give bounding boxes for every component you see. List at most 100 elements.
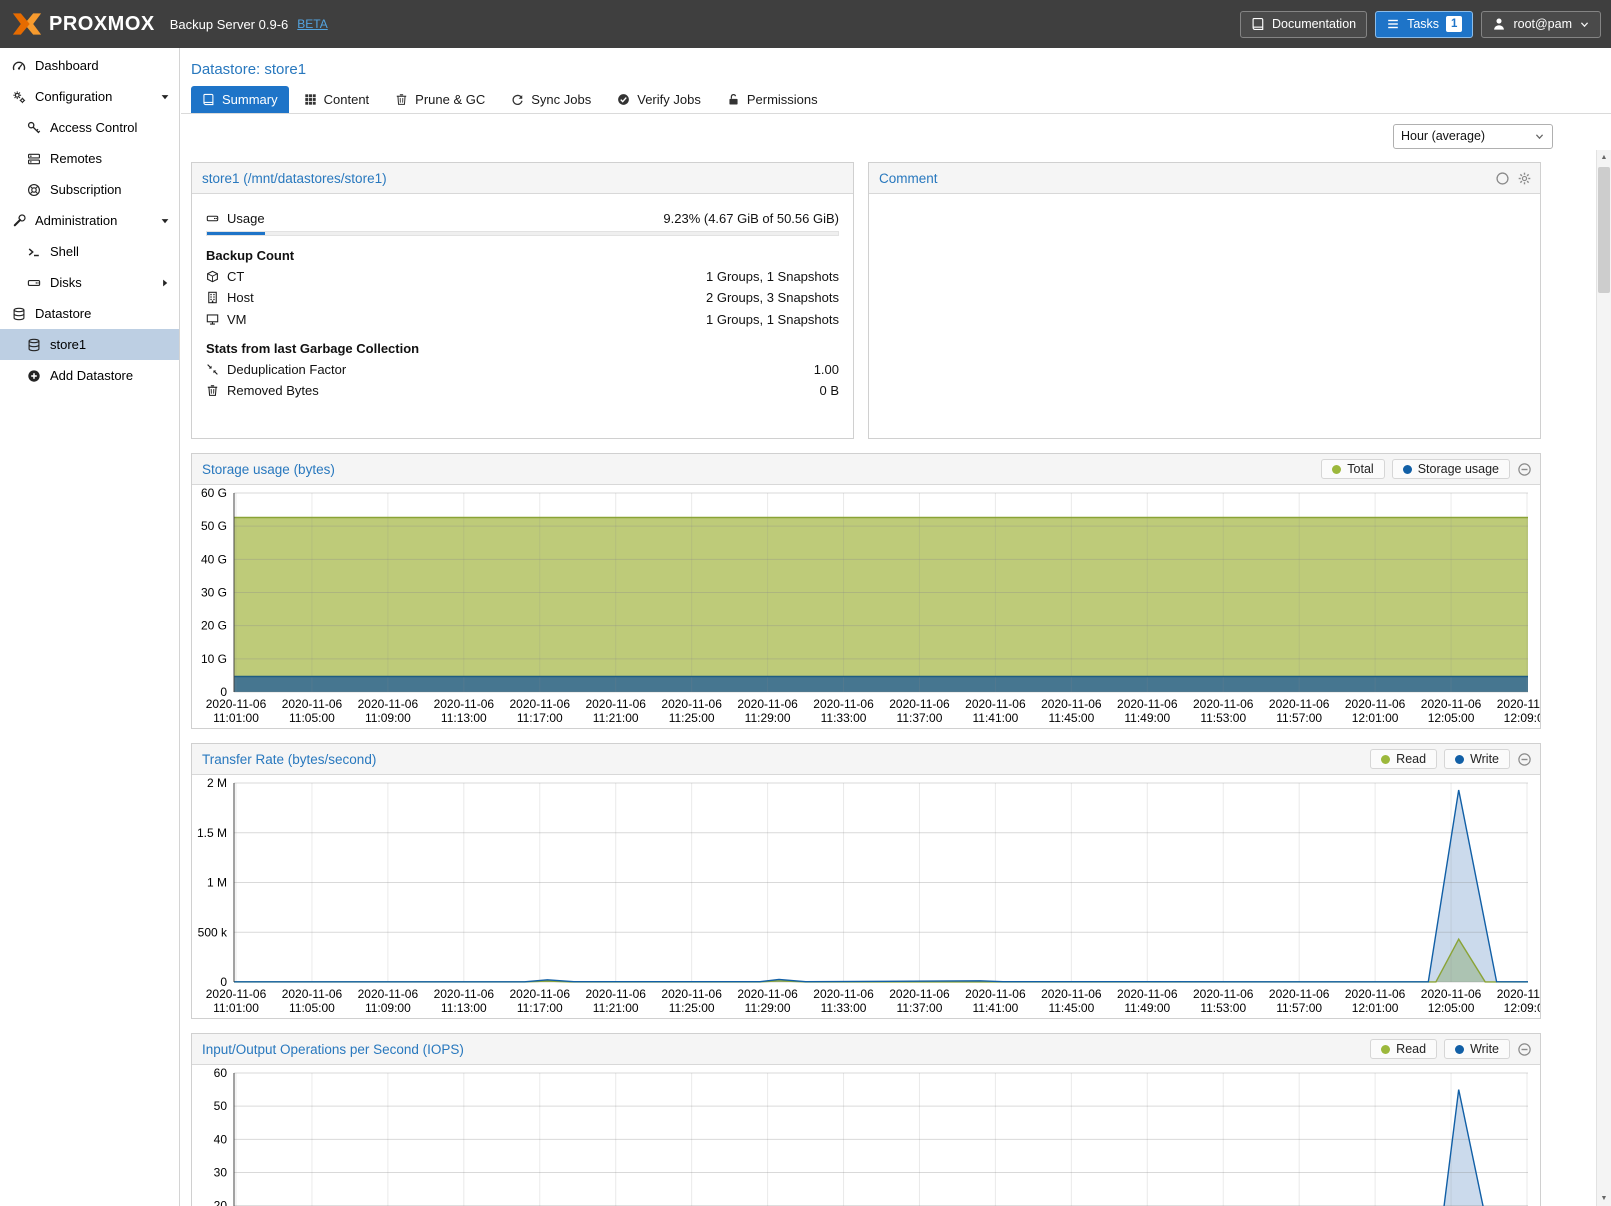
svg-text:11:17:00: 11:17:00 bbox=[517, 1001, 563, 1015]
svg-text:11:53:00: 11:53:00 bbox=[1200, 1001, 1246, 1015]
scroll-up-arrow[interactable]: ▲ bbox=[1597, 150, 1611, 165]
sidebar-item-store1[interactable]: store1 bbox=[0, 329, 179, 360]
app-header: PROXMOX Backup Server 0.9-6 BETA Documen… bbox=[0, 0, 1611, 48]
unlock-icon bbox=[727, 93, 740, 106]
legend-read[interactable]: Read bbox=[1370, 749, 1437, 769]
collapse-panel-icon[interactable] bbox=[1517, 462, 1532, 477]
host-row: Host 2 Groups, 3 Snapshots bbox=[206, 288, 839, 307]
svg-text:11:41:00: 11:41:00 bbox=[972, 711, 1018, 725]
sidebar-item-add-datastore[interactable]: Add Datastore bbox=[0, 360, 179, 391]
tab-summary[interactable]: Summary bbox=[191, 86, 289, 113]
database-icon bbox=[12, 307, 26, 321]
tab-permissions[interactable]: Permissions bbox=[716, 86, 829, 113]
documentation-button[interactable]: Documentation bbox=[1240, 11, 1367, 38]
tab-prune-gc[interactable]: Prune & GC bbox=[384, 86, 496, 113]
comment-circle-tool-icon[interactable] bbox=[1495, 171, 1510, 186]
svg-text:10 G: 10 G bbox=[201, 652, 227, 666]
beta-link[interactable]: BETA bbox=[297, 17, 327, 31]
usage-label: Usage bbox=[227, 211, 265, 226]
svg-text:2020-11-06: 2020-11-06 bbox=[434, 697, 495, 711]
sidebar-item-administration[interactable]: Administration bbox=[0, 205, 179, 236]
svg-text:2020-11-06: 2020-11-06 bbox=[1269, 987, 1330, 1001]
svg-text:2020-11-06: 2020-11-06 bbox=[737, 697, 798, 711]
legend-dot bbox=[1403, 465, 1412, 474]
svg-text:11:33:00: 11:33:00 bbox=[821, 711, 867, 725]
legend-write[interactable]: Write bbox=[1444, 749, 1510, 769]
tab-sync-jobs[interactable]: Sync Jobs bbox=[500, 86, 602, 113]
building-icon bbox=[206, 291, 219, 304]
svg-text:11:37:00: 11:37:00 bbox=[897, 1001, 943, 1015]
check-circle-icon bbox=[617, 93, 630, 106]
svg-text:2020-11-06: 2020-11-06 bbox=[585, 697, 646, 711]
svg-text:11:05:00: 11:05:00 bbox=[289, 1001, 335, 1015]
svg-text:50 G: 50 G bbox=[201, 519, 227, 533]
usage-progress-fill bbox=[207, 232, 265, 235]
legend-read[interactable]: Read bbox=[1370, 1039, 1437, 1059]
sidebar-item-shell[interactable]: Shell bbox=[0, 236, 179, 267]
svg-text:2020-11-06: 2020-11-06 bbox=[1193, 987, 1254, 1001]
sidebar-item-configuration[interactable]: Configuration bbox=[0, 81, 179, 112]
ct-row: CT 1 Groups, 1 Snapshots bbox=[206, 267, 839, 286]
sidebar-item-subscription[interactable]: Subscription bbox=[0, 174, 179, 205]
vm-row: VM 1 Groups, 1 Snapshots bbox=[206, 310, 839, 329]
time-range-select[interactable]: Hour (average) bbox=[1393, 124, 1553, 149]
storage-usage-title: Storage usage (bytes) bbox=[202, 462, 335, 477]
svg-text:11:49:00: 11:49:00 bbox=[1124, 1001, 1170, 1015]
svg-text:2020-11-06: 2020-11-06 bbox=[1497, 987, 1540, 1001]
sidebar-item-datastore[interactable]: Datastore bbox=[0, 298, 179, 329]
svg-text:2020-11-06: 2020-11-06 bbox=[813, 697, 874, 711]
vertical-scrollbar[interactable]: ▲ ▼ bbox=[1596, 150, 1611, 1206]
svg-text:11:41:00: 11:41:00 bbox=[972, 1001, 1018, 1015]
legend-storage-usage[interactable]: Storage usage bbox=[1392, 459, 1510, 479]
svg-text:11:53:00: 11:53:00 bbox=[1200, 711, 1246, 725]
svg-text:2 M: 2 M bbox=[207, 776, 227, 790]
svg-text:11:13:00: 11:13:00 bbox=[441, 1001, 487, 1015]
chevron-down-icon bbox=[1534, 131, 1545, 142]
vm-label: VM bbox=[227, 312, 247, 327]
sidebar-item-remotes[interactable]: Remotes bbox=[0, 143, 179, 174]
ct-label: CT bbox=[227, 269, 244, 284]
gc-stats-title: Stats from last Garbage Collection bbox=[206, 341, 839, 356]
collapse-panel-icon[interactable] bbox=[1517, 1042, 1532, 1057]
svg-text:2020-11-06: 2020-11-06 bbox=[510, 987, 571, 1001]
svg-text:2020-11-06: 2020-11-06 bbox=[510, 697, 571, 711]
svg-text:12:09:00: 12:09:00 bbox=[1504, 711, 1540, 725]
legend-write[interactable]: Write bbox=[1444, 1039, 1510, 1059]
scroll-down-arrow[interactable]: ▼ bbox=[1597, 1191, 1611, 1206]
svg-text:2020-11-06: 2020-11-06 bbox=[1421, 987, 1482, 1001]
cube-icon bbox=[206, 270, 219, 283]
legend-total[interactable]: Total bbox=[1321, 459, 1384, 479]
tab-label: Prune & GC bbox=[415, 92, 485, 107]
svg-text:1.5 M: 1.5 M bbox=[197, 826, 227, 840]
ct-value: 1 Groups, 1 Snapshots bbox=[706, 269, 839, 284]
svg-text:11:09:00: 11:09:00 bbox=[365, 1001, 411, 1015]
scrollbar-thumb[interactable] bbox=[1598, 167, 1610, 293]
svg-text:40: 40 bbox=[214, 1132, 228, 1146]
expand-caret-icon[interactable] bbox=[159, 215, 171, 227]
proxmox-logo-icon bbox=[12, 12, 42, 36]
svg-text:11:17:00: 11:17:00 bbox=[517, 711, 563, 725]
iops-panel: Input/Output Operations per Second (IOPS… bbox=[191, 1033, 1541, 1206]
comment-settings-gear-icon[interactable] bbox=[1517, 171, 1532, 186]
product-name: Backup Server 0.9-6 bbox=[170, 17, 289, 32]
header-actions: Documentation Tasks 1 root@pam bbox=[1240, 11, 1601, 38]
dedup-label: Deduplication Factor bbox=[227, 362, 346, 377]
expand-caret-right-icon[interactable] bbox=[159, 277, 171, 289]
tab-verify-jobs[interactable]: Verify Jobs bbox=[606, 86, 712, 113]
sidebar-item-label: Configuration bbox=[35, 89, 112, 104]
sidebar-item-dashboard[interactable]: Dashboard bbox=[0, 50, 179, 81]
expand-caret-icon[interactable] bbox=[159, 91, 171, 103]
svg-text:2020-11-06: 2020-11-06 bbox=[813, 987, 874, 1001]
user-menu-button[interactable]: root@pam bbox=[1481, 11, 1601, 38]
tasks-button[interactable]: Tasks 1 bbox=[1375, 11, 1473, 38]
usage-row: Usage 9.23% (4.67 GiB of 50.56 GiB) bbox=[206, 209, 839, 228]
tab-content[interactable]: Content bbox=[293, 86, 381, 113]
collapse-panel-icon[interactable] bbox=[1517, 752, 1532, 767]
sidebar-item-label: Subscription bbox=[50, 182, 122, 197]
sidebar-item-access-control[interactable]: Access Control bbox=[0, 112, 179, 143]
sidebar-item-disks[interactable]: Disks bbox=[0, 267, 179, 298]
svg-text:2020-11-06: 2020-11-06 bbox=[661, 987, 722, 1001]
iops-chart: 01020304050602020-11-0611:01:002020-11-0… bbox=[192, 1065, 1540, 1206]
svg-text:60 G: 60 G bbox=[201, 486, 227, 500]
sidebar-item-label: Remotes bbox=[50, 151, 102, 166]
